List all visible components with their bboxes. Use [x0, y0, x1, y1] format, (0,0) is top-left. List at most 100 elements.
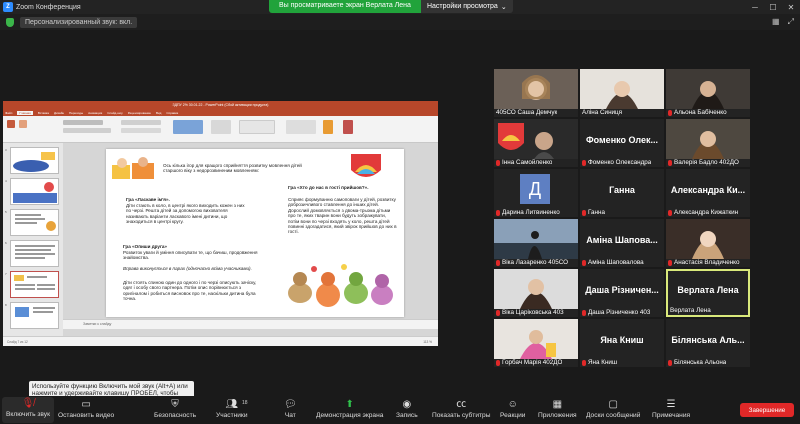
muted-mic-icon [496, 159, 500, 166]
participant-tile[interactable]: Даша Різничен... Даша Різниченко 403 [580, 269, 664, 317]
muted-mic-icon [582, 309, 586, 316]
unmute-button[interactable]: 🎙︎̸ Включить звук [2, 397, 54, 423]
participant-name: Віка Царіковська 403 [496, 309, 564, 316]
minimize-icon[interactable]: ─ [746, 0, 764, 14]
participant-video [494, 219, 578, 259]
stop-video-button[interactable]: ▭ Остановить видео [58, 398, 114, 419]
shared-screen[interactable]: ЗДПУ 2% 30.01.22 - PowerPoint (Сбой акти… [3, 101, 438, 346]
ribbon-tab[interactable]: Анимация [88, 111, 102, 115]
participant-tile[interactable]: Валерія Бадло 402ДО [666, 119, 750, 167]
participant-avatar: Д [520, 174, 550, 204]
shield-icon: ⛨ [171, 399, 179, 410]
animals-image [288, 264, 393, 307]
participant-tile[interactable]: Альона Бабіченко [666, 69, 750, 117]
participant-tile[interactable]: Д Дарина Литвиненко [494, 169, 578, 217]
paragraph-icon[interactable] [121, 120, 161, 125]
fullscreen-icon[interactable]: ⤢ [788, 17, 794, 27]
dictate-icon[interactable] [323, 120, 333, 134]
participant-name: Горбач Марія 402ДО [496, 359, 562, 366]
participant-video [666, 119, 750, 159]
zoom-window: Z Zoom Конференция Вы просматриваете экр… [0, 0, 800, 424]
slide-thumbnail[interactable]: 6 [5, 240, 59, 267]
participant-name: Альона Бабіченко [668, 109, 727, 116]
notes-button[interactable]: ☰ Примечания [652, 398, 690, 419]
whiteboards-button[interactable]: ▢ Доски сообщений [586, 398, 640, 419]
game3-body: Сприяє формуванню самоповаги у дітей, ро… [288, 197, 397, 235]
game2-body3: Діти стоять спиною один до одного і по ч… [123, 280, 257, 302]
ribbon-tab[interactable]: Переходы [69, 111, 83, 115]
share-banner: Вы просматриваете экран Верлата Лена Нас… [269, 0, 513, 13]
record-icon: ◉ [402, 399, 412, 410]
slide-thumbnail[interactable]: 5 [5, 209, 59, 236]
current-slide[interactable]: Ось кілька ігор для кращого сприйняття р… [106, 149, 404, 317]
muted-mic-icon [668, 209, 672, 216]
participant-tile[interactable]: Віка Царіковська 403 [494, 269, 578, 317]
align-icon[interactable] [121, 128, 161, 133]
participants-button[interactable]: 👥︎ 18 Участники [216, 398, 248, 419]
show-captions-button[interactable]: ㏄ Показать субтитры [432, 398, 490, 419]
slide-notes[interactable]: Заметки к слайду [63, 319, 438, 329]
thumbnail-art [13, 182, 57, 203]
close-icon[interactable]: ✕ [782, 0, 800, 14]
thumbnail-art [15, 307, 55, 317]
view-settings-button[interactable]: Настройки просмотра ⌄ [420, 0, 513, 13]
apps-button[interactable]: ▦ Приложения [538, 398, 577, 419]
font-format-icon[interactable] [63, 128, 111, 133]
share-screen-label: Демонстрация экрана [316, 412, 384, 419]
participant-tile[interactable]: Віка Лазаренко 405СО [494, 219, 578, 267]
participant-tile[interactable]: Інна Самойленко [494, 119, 578, 167]
personalized-audio-badge[interactable]: Персонализированный звук: вкл. [20, 16, 138, 28]
ribbon-tab[interactable]: Главная [17, 110, 33, 115]
editing-icon[interactable] [286, 120, 316, 134]
participant-tile[interactable]: Анастасія Владиченко [666, 219, 750, 267]
share-screen-button[interactable]: ⬆︎ Демонстрация экрана [316, 398, 383, 419]
participant-tile[interactable]: Білянська Аль... Білянська Альона [666, 319, 750, 367]
slide-thumbnail[interactable]: 8 [5, 302, 59, 329]
chat-bubble-icon: 💬︎ [284, 399, 297, 410]
participant-tile[interactable]: Ганна Ганна [580, 169, 664, 217]
participant-tile[interactable]: Аліна Синиця [580, 69, 664, 117]
children-reading-image [112, 157, 154, 179]
paste-icon[interactable] [7, 120, 15, 128]
shield-icon[interactable] [6, 17, 14, 27]
maximize-icon[interactable]: ☐ [764, 0, 782, 14]
font-box-icon[interactable] [63, 120, 103, 125]
game3-title: Гра «Хто до нас в гості прийшов?». [288, 185, 369, 190]
muted-mic-icon [582, 209, 586, 216]
slide-thumbnail[interactable]: 4 [5, 178, 59, 205]
record-button[interactable]: ◉ Запись [396, 398, 418, 419]
ribbon-tab[interactable]: Рецензирование [128, 111, 151, 115]
slide-thumbnail-selected[interactable]: 7 [5, 271, 59, 298]
ribbon-tab[interactable]: Вставка [38, 111, 49, 115]
quick-styles-icon[interactable] [239, 120, 275, 134]
participant-tile[interactable]: Яна Книш Яна Книш [580, 319, 664, 367]
participant-tile-active-speaker[interactable]: Верлата Лена Верлата Лена [666, 269, 750, 317]
muted-mic-icon [582, 159, 586, 166]
ribbon-tab[interactable]: Слайд-шоу [107, 111, 123, 115]
participant-tile[interactable]: Александра Ки... Александра Кижаткин [666, 169, 750, 217]
slide-thumbnails: 3 4 5 6 7 8 [3, 143, 63, 336]
end-meeting-button[interactable]: Завершение [740, 403, 794, 417]
ribbon-tab[interactable]: Вид [156, 111, 161, 115]
participant-tile[interactable]: Аміна Шапова... Амінa Шаповалова [580, 219, 664, 267]
designer-icon[interactable] [343, 120, 353, 134]
participant-name: Верлата Лена [670, 307, 711, 314]
participant-name: Ганна [582, 209, 605, 216]
shapes-icon[interactable] [173, 120, 203, 134]
zoom-level[interactable]: 113 % [423, 340, 432, 344]
ribbon-tab[interactable]: Дизайн [54, 111, 64, 115]
ribbon-tab[interactable]: Файл [5, 111, 12, 115]
participant-tile[interactable]: Фоменко Олек... Фоменко Олександра [580, 119, 664, 167]
powerpoint-ribbon-tabs: Файл Главная Вставка Дизайн Переходы Ани… [3, 109, 438, 116]
grid-view-icon[interactable]: ▦ [772, 17, 780, 27]
participant-gallery: 405СО Саша Демчук Аліна Синиця Альона Ба… [494, 69, 750, 373]
security-button[interactable]: ⛨ Безопасность [154, 398, 196, 419]
chat-button[interactable]: 💬︎ Чат [284, 398, 297, 419]
new-slide-icon[interactable] [19, 120, 27, 128]
participant-tile[interactable]: Горбач Марія 402ДО [494, 319, 578, 367]
participant-tile[interactable]: 405СО Саша Демчук [494, 69, 578, 117]
ribbon-tab[interactable]: Справка [166, 111, 178, 115]
arrange-icon[interactable] [211, 120, 231, 134]
slide-thumbnail[interactable]: 3 [5, 147, 59, 174]
reactions-button[interactable]: ☺ Реакции [500, 398, 525, 419]
